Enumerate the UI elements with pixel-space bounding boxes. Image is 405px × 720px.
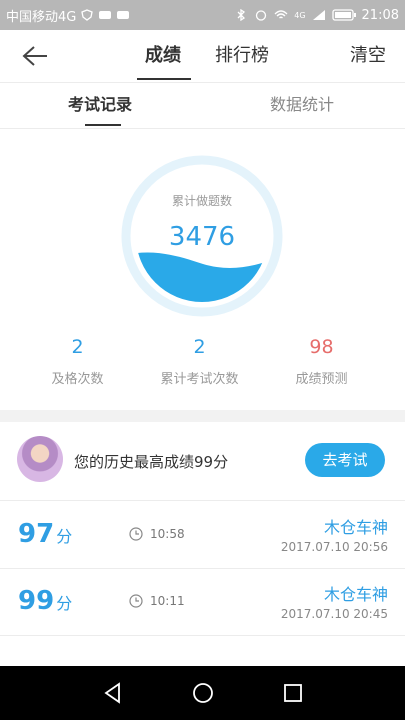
network-type: 4G bbox=[294, 10, 306, 20]
record-duration: 10:11 bbox=[150, 594, 185, 608]
section-divider bbox=[0, 410, 405, 422]
signal-icon bbox=[312, 10, 325, 20]
recents-icon[interactable] bbox=[281, 681, 305, 705]
take-exam-button[interactable]: 去考试 bbox=[305, 443, 385, 477]
stat-label: 累计考试次数 bbox=[160, 372, 239, 387]
ring-graphic: 累计做题数 3476 bbox=[121, 155, 283, 317]
score-value: 97 bbox=[18, 519, 55, 549]
score-value: 99 bbox=[18, 586, 55, 616]
best-score-bar: 您的历史最高成绩99分 去考试 bbox=[0, 422, 405, 501]
stat-value: 98 bbox=[309, 336, 334, 358]
tab-data-stats[interactable]: 数据统计 bbox=[270, 82, 334, 128]
bluetooth-icon bbox=[237, 9, 246, 21]
app-notify-icon-2 bbox=[117, 11, 130, 19]
tab-score[interactable]: 成绩 bbox=[145, 30, 181, 82]
stat-value: 2 bbox=[71, 336, 84, 358]
ring-label: 累计做题数 bbox=[172, 193, 232, 208]
status-bar: 中国移动4G 4G 21:08 bbox=[0, 0, 405, 30]
clock-icon bbox=[129, 527, 143, 541]
clock-icon bbox=[129, 594, 143, 608]
stat-label: 及格次数 bbox=[51, 372, 104, 387]
stat-pass-count: 2 及格次数 bbox=[10, 336, 145, 387]
list-item[interactable]: 99 分 10:11 木仓车神 2017.07.10 20:45 bbox=[0, 568, 405, 636]
avatar[interactable] bbox=[17, 436, 63, 482]
app-notify-icon bbox=[99, 11, 112, 19]
record-title: 木仓车神 bbox=[323, 518, 388, 537]
record-date: 2017.07.10 20:56 bbox=[280, 540, 388, 554]
top-nav: 成绩 排行榜 清空 bbox=[0, 30, 405, 83]
carrier-label: 中国移动4G bbox=[6, 9, 77, 25]
battery-icon bbox=[331, 9, 356, 21]
stat-value: 2 bbox=[193, 336, 206, 358]
stat-score-prediction: 98 成绩预测 bbox=[254, 336, 389, 387]
stat-label: 成绩预测 bbox=[295, 372, 348, 387]
record-score: 97 分 bbox=[18, 519, 72, 549]
record-score: 99 分 bbox=[18, 586, 72, 616]
total-questions-ring: 累计做题数 3476 bbox=[121, 155, 283, 317]
record-title: 木仓车神 bbox=[323, 585, 388, 604]
tab-ranking[interactable]: 排行榜 bbox=[215, 30, 269, 82]
score-unit: 分 bbox=[56, 594, 73, 613]
tab-exam-records[interactable]: 考试记录 bbox=[68, 82, 132, 128]
total-count: 3476 bbox=[169, 222, 235, 252]
score-unit: 分 bbox=[56, 527, 73, 546]
record-duration: 10:58 bbox=[150, 527, 185, 541]
shield-icon bbox=[81, 9, 94, 21]
stat-exam-count: 2 累计考试次数 bbox=[132, 336, 267, 387]
back-icon[interactable] bbox=[101, 681, 125, 705]
record-date: 2017.07.10 20:45 bbox=[280, 607, 388, 621]
home-icon[interactable] bbox=[191, 681, 215, 705]
wifi-icon bbox=[274, 10, 288, 19]
list-item[interactable]: 97 分 10:58 木仓车神 2017.07.10 20:56 bbox=[0, 501, 405, 569]
sub-tabs: 考试记录 数据统计 bbox=[0, 82, 405, 129]
clock-time: 21:08 bbox=[361, 7, 399, 23]
system-nav-bar bbox=[0, 666, 405, 720]
tab-active-indicator bbox=[137, 78, 191, 80]
subtab-active-indicator bbox=[85, 124, 121, 126]
clear-button[interactable]: 清空 bbox=[350, 30, 386, 82]
back-arrow-icon[interactable] bbox=[20, 44, 50, 68]
best-score-text: 您的历史最高成绩99分 bbox=[74, 453, 229, 471]
alarm-icon bbox=[256, 10, 267, 21]
